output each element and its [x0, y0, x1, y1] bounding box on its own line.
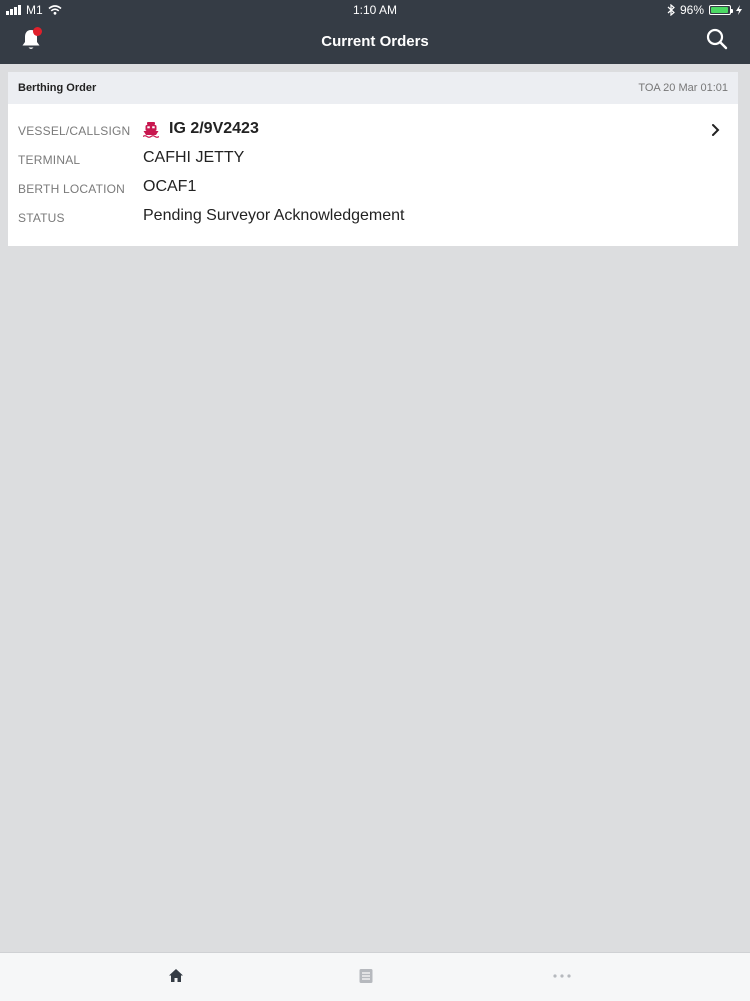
ship-icon — [143, 121, 159, 138]
card-date: TOA 20 Mar 01:01 — [638, 82, 728, 94]
tab-more[interactable] — [552, 967, 572, 987]
battery-percent: 96% — [679, 3, 704, 17]
battery-icon — [709, 5, 733, 15]
terminal-value: CAFHI JETTY — [143, 149, 245, 166]
charging-icon — [736, 5, 742, 15]
row-vessel: VESSEL/CALLSIGN IG 2/9V2423 — [18, 120, 718, 142]
home-icon — [169, 969, 183, 982]
card-title: Berthing Order — [18, 82, 97, 94]
top-bar: M1 1:10 AM 96% Current Orders — [0, 0, 750, 64]
tab-list[interactable] — [357, 967, 377, 987]
card-header: Berthing Order TOA 20 Mar 01:01 — [8, 72, 738, 104]
row-berth-location: BERTH LOCATION OCAF1 — [18, 178, 718, 200]
status-right: 96% — [667, 3, 742, 17]
page-title: Current Orders — [321, 33, 429, 50]
chevron-right-icon[interactable] — [710, 123, 722, 137]
status-bar: M1 1:10 AM 96% — [0, 0, 750, 20]
row-terminal: TERMINAL CAFHI JETTY — [18, 149, 718, 171]
berthing-order-card[interactable]: Berthing Order TOA 20 Mar 01:01 VESSEL/C… — [8, 72, 738, 246]
bluetooth-icon — [667, 4, 675, 16]
row-label: VESSEL/CALLSIGN — [18, 124, 131, 138]
tab-bar — [0, 952, 750, 1001]
search-button[interactable] — [706, 28, 730, 52]
vessel-callsign: IG 2/9V2423 — [169, 120, 259, 137]
row-status: STATUS Pending Surveyor Acknowledgement — [18, 207, 718, 229]
status-time: 1:10 AM — [352, 3, 398, 17]
vessel-value: IG 2/9V2423 — [143, 120, 259, 138]
search-icon — [706, 28, 728, 50]
row-label: STATUS — [18, 211, 65, 225]
status-value: Pending Surveyor Acknowledgement — [143, 207, 405, 224]
more-icon — [553, 974, 571, 978]
list-icon — [359, 969, 373, 983]
row-label: TERMINAL — [18, 153, 81, 167]
nav-bar: Current Orders — [0, 22, 750, 62]
tab-home[interactable] — [167, 967, 187, 987]
berth-location-value: OCAF1 — [143, 178, 197, 195]
row-label: BERTH LOCATION — [18, 182, 126, 196]
